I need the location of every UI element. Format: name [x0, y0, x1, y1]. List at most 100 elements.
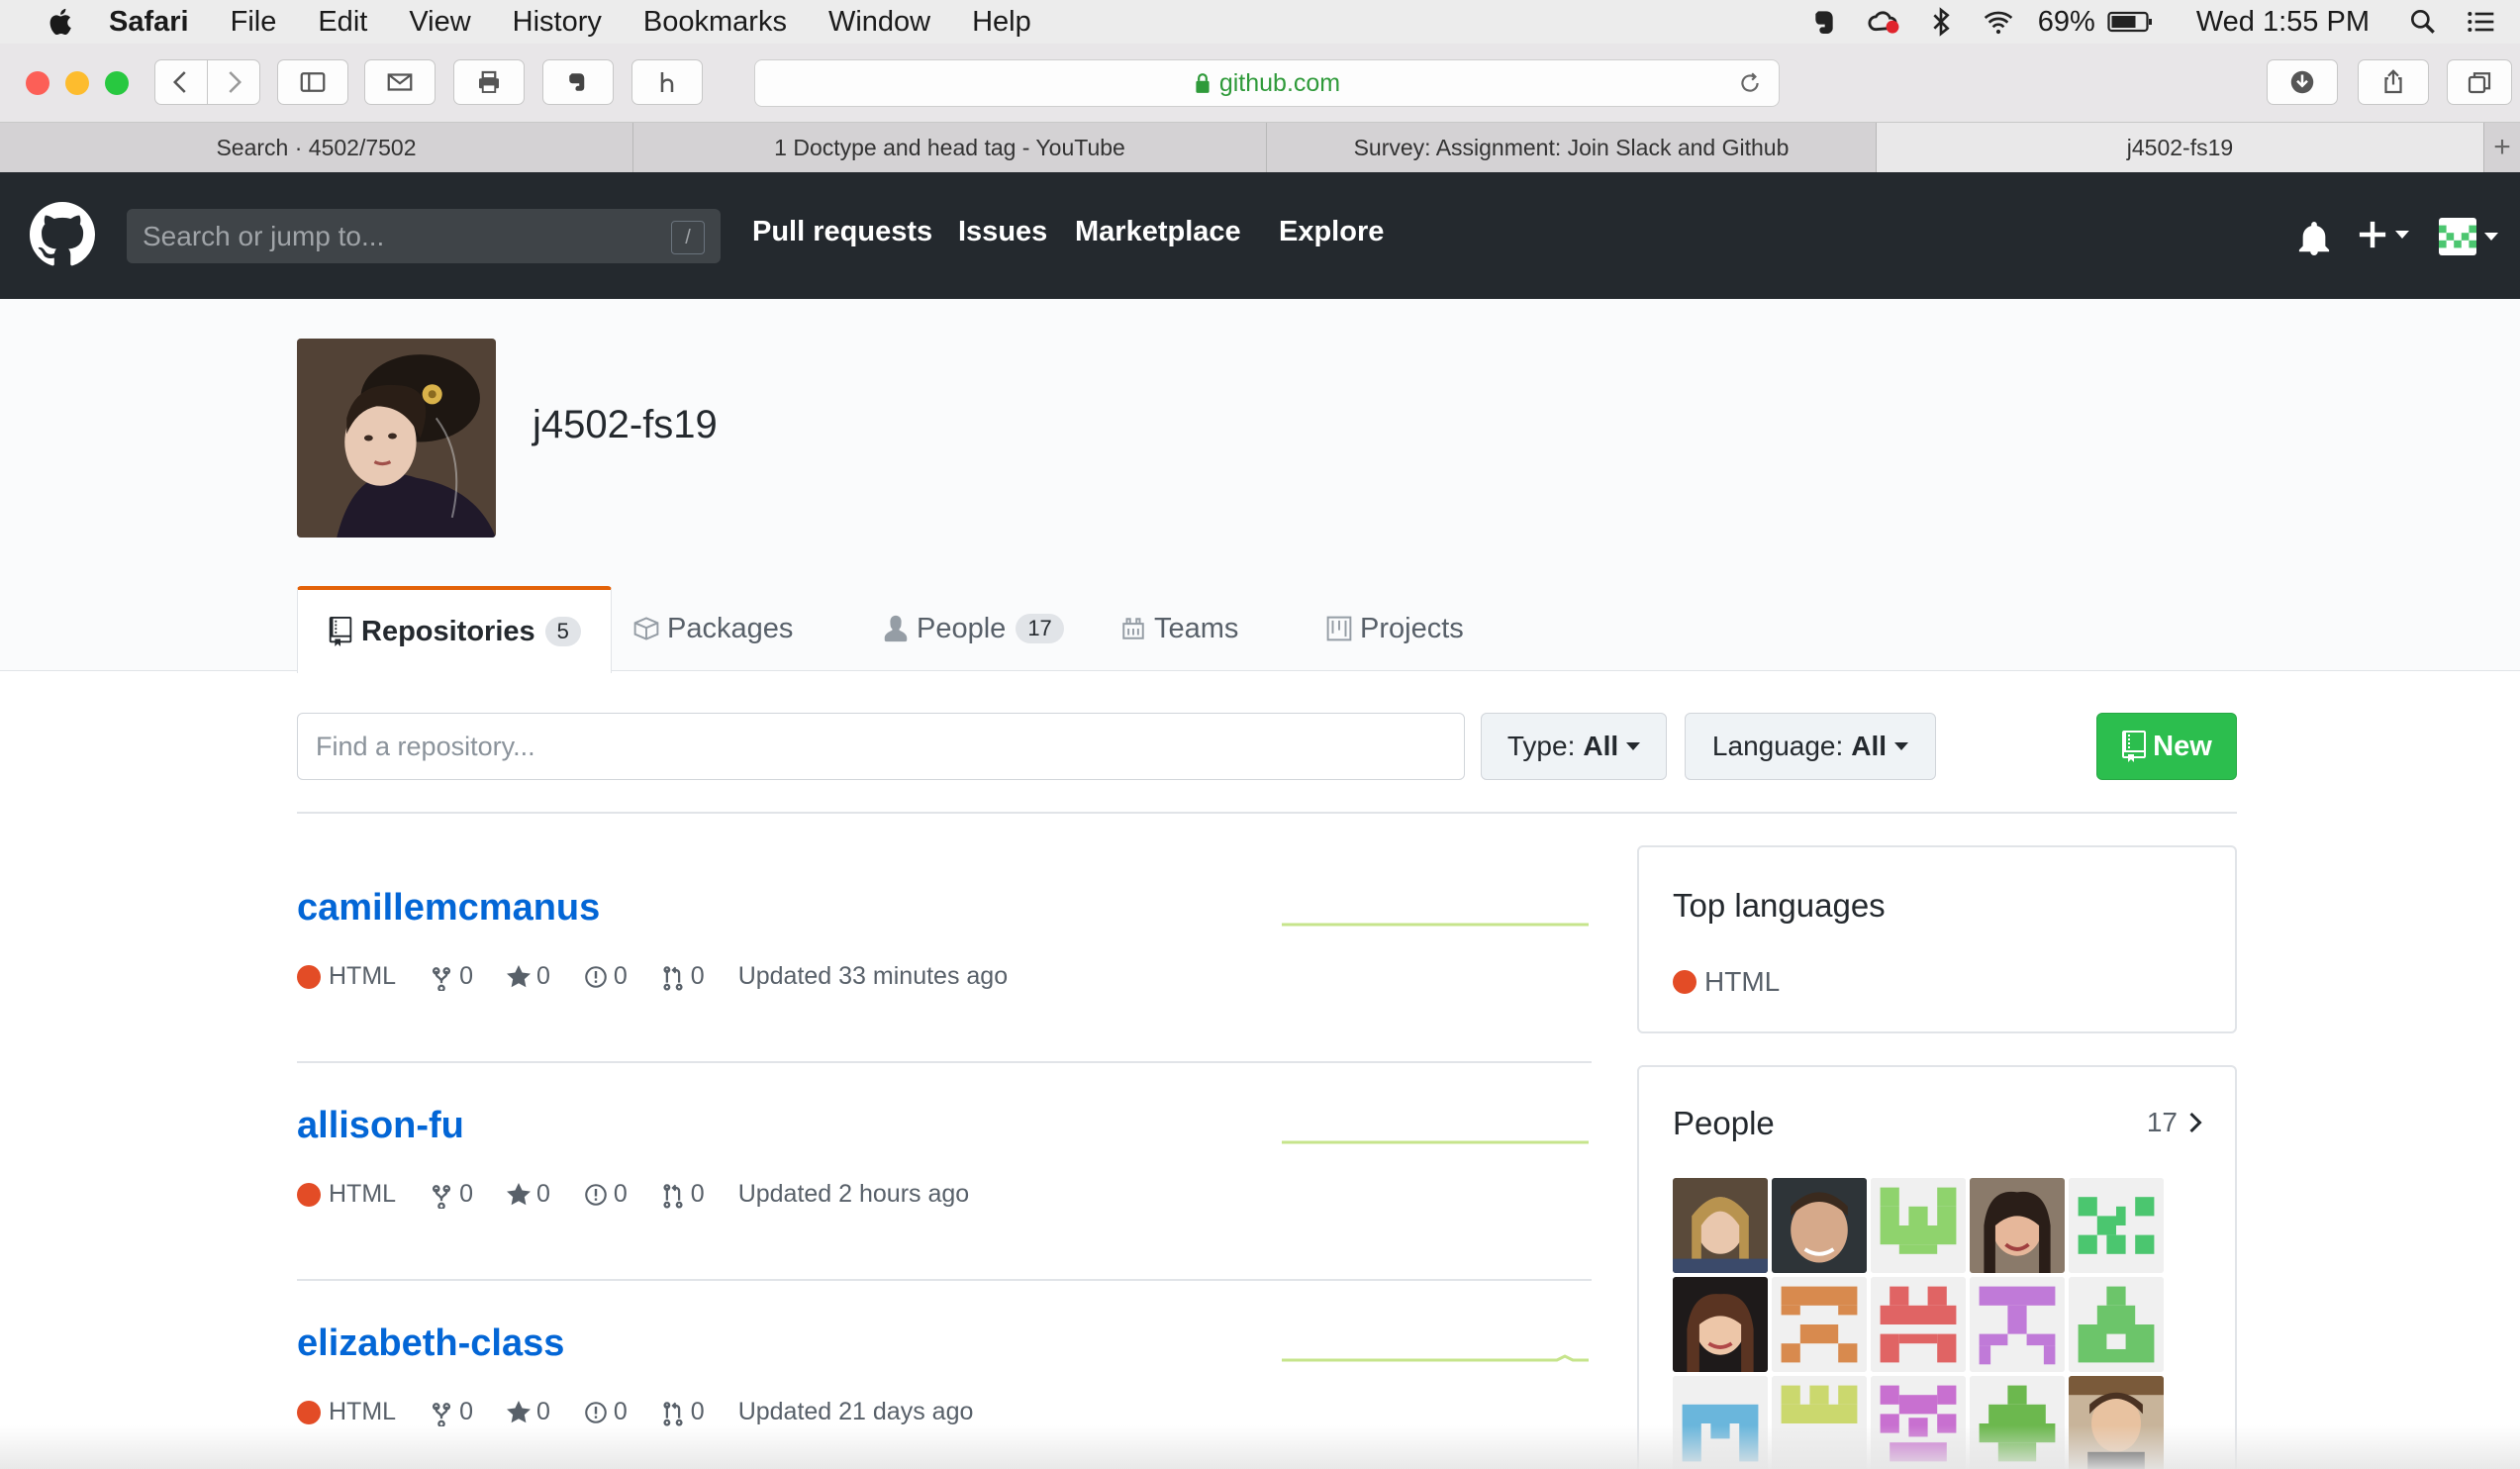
repo-pull-requests[interactable]: 0: [661, 962, 705, 991]
nav-pull-requests[interactable]: Pull requests: [752, 216, 932, 248]
type-filter-dropdown[interactable]: Type: All: [1481, 713, 1667, 780]
browser-tab[interactable]: Survey: Assignment: Join Slack and Githu…: [1267, 123, 1877, 172]
repo-forks[interactable]: 0: [430, 1398, 473, 1426]
org-profile-header: j4502-fs19 Repositories 5 Packages Peopl…: [0, 299, 2520, 673]
nav-explore[interactable]: Explore: [1279, 216, 1384, 248]
org-avatar[interactable]: [297, 339, 496, 538]
github-logo-icon[interactable]: [30, 202, 95, 267]
sidebar-toggle-button[interactable]: [277, 59, 348, 105]
member-avatar[interactable]: [1673, 1277, 1768, 1372]
window-close-button[interactable]: [26, 71, 49, 95]
repo-stars[interactable]: 0: [506, 1180, 550, 1209]
people-count-link[interactable]: 17: [2147, 1107, 2205, 1138]
spotlight-search-icon[interactable]: [2405, 6, 2441, 38]
menu-app-name[interactable]: Safari: [109, 6, 189, 39]
browser-tab[interactable]: Search · 4502/7502: [0, 123, 633, 172]
bluetooth-icon[interactable]: [1923, 6, 1959, 38]
repo-language-label: HTML: [329, 1398, 397, 1425]
repo-issues[interactable]: 0: [584, 1398, 628, 1426]
new-repository-button[interactable]: New: [2096, 713, 2237, 780]
downloads-button[interactable]: [2267, 59, 2338, 105]
notification-center-icon[interactable]: [2463, 6, 2498, 38]
tab-repositories[interactable]: Repositories 5: [297, 586, 612, 673]
menu-help[interactable]: Help: [972, 6, 1031, 39]
creative-cloud-icon[interactable]: [1866, 6, 1901, 38]
browser-tab-active[interactable]: j4502-fs19: [1877, 123, 2484, 172]
tab-teams-label: Teams: [1154, 612, 1239, 644]
member-avatar[interactable]: [1772, 1178, 1867, 1273]
menu-edit[interactable]: Edit: [318, 6, 367, 39]
repo-list-item: camillemcmanus HTML 0 0 0 0 Updated 33 m…: [297, 845, 1592, 1063]
issue-opened-icon: [585, 1183, 607, 1206]
print-button[interactable]: [453, 59, 525, 105]
nav-marketplace[interactable]: Marketplace: [1075, 216, 1241, 248]
member-avatar[interactable]: [1970, 1178, 2065, 1273]
address-bar[interactable]: github.com: [754, 59, 1780, 107]
member-avatar[interactable]: [1871, 1178, 1966, 1273]
top-language-item[interactable]: HTML: [1673, 966, 1780, 998]
menu-file[interactable]: File: [231, 6, 277, 39]
tab-people-label: People: [917, 612, 1007, 644]
menu-bookmarks[interactable]: Bookmarks: [643, 6, 787, 39]
window-bottom-shadow: [0, 1425, 2520, 1469]
browser-tab[interactable]: 1 Doctype and head tag - YouTube: [633, 123, 1267, 172]
create-new-dropdown[interactable]: [2358, 220, 2409, 249]
repo-issues[interactable]: 0: [584, 1180, 628, 1209]
fork-icon: [433, 1184, 451, 1209]
member-avatar[interactable]: [1673, 1178, 1768, 1273]
top-languages-title: Top languages: [1673, 887, 1886, 924]
member-avatar[interactable]: [2069, 1178, 2164, 1273]
repo-forks[interactable]: 0: [430, 1180, 473, 1209]
wifi-icon[interactable]: [1981, 6, 2016, 38]
language-filter-dropdown[interactable]: Language: All: [1685, 713, 1936, 780]
menu-view[interactable]: View: [409, 6, 470, 39]
window-minimize-button[interactable]: [65, 71, 89, 95]
forward-button[interactable]: [207, 59, 260, 105]
people-title: People: [1673, 1105, 1775, 1141]
share-button[interactable]: [2358, 59, 2429, 105]
menu-window[interactable]: Window: [828, 6, 930, 39]
find-repository-input[interactable]: Find a repository...: [297, 713, 1465, 780]
new-tab-button[interactable]: +: [2484, 123, 2520, 172]
repo-name-link[interactable]: elizabeth-class: [297, 1322, 564, 1365]
member-avatar[interactable]: [2069, 1277, 2164, 1372]
show-all-tabs-button[interactable]: [2447, 59, 2512, 105]
member-avatar[interactable]: [1772, 1277, 1867, 1372]
menubar-clock[interactable]: Wed 1:55 PM: [2196, 6, 2370, 39]
reload-icon[interactable]: [1737, 70, 1763, 96]
repo-name-link[interactable]: allison-fu: [297, 1105, 464, 1147]
back-button[interactable]: [154, 59, 208, 105]
honey-extension-button[interactable]: [631, 59, 703, 105]
issue-count: 0: [613, 962, 628, 990]
repo-name-link[interactable]: camillemcmanus: [297, 887, 600, 930]
people-box: People 17: [1637, 1065, 2237, 1469]
menu-history[interactable]: History: [513, 6, 602, 39]
repo-pull-requests[interactable]: 0: [661, 1398, 705, 1426]
member-avatar[interactable]: [1871, 1277, 1966, 1372]
member-avatar[interactable]: [1970, 1277, 2065, 1372]
mail-button[interactable]: [364, 59, 436, 105]
repo-issues[interactable]: 0: [584, 962, 628, 991]
evernote-extension-button[interactable]: [542, 59, 614, 105]
org-name: j4502-fs19: [533, 403, 718, 446]
repo-stars[interactable]: 0: [506, 962, 550, 991]
bell-icon[interactable]: [2298, 222, 2330, 255]
tab-teams[interactable]: Teams: [1120, 586, 1238, 671]
github-search-input[interactable]: Search or jump to... /: [127, 209, 721, 263]
evernote-icon[interactable]: [1808, 6, 1844, 38]
star-count: 0: [535, 962, 550, 990]
tab-projects[interactable]: Projects: [1326, 586, 1464, 671]
github-header: Search or jump to... / Pull requests Iss…: [0, 172, 2520, 299]
tab-packages[interactable]: Packages: [633, 586, 793, 671]
user-menu-dropdown[interactable]: [2439, 218, 2498, 255]
apple-icon[interactable]: [36, 5, 87, 39]
nav-issues[interactable]: Issues: [958, 216, 1047, 248]
repo-pull-requests[interactable]: 0: [661, 1180, 705, 1209]
repo-stars[interactable]: 0: [506, 1398, 550, 1426]
battery-icon[interactable]: [2107, 6, 2155, 38]
share-icon: [2384, 69, 2402, 94]
repo-forks[interactable]: 0: [430, 962, 473, 991]
window-zoom-button[interactable]: [105, 71, 129, 95]
caret-down-icon: [1626, 742, 1641, 750]
tab-people[interactable]: People 17: [883, 586, 1064, 671]
